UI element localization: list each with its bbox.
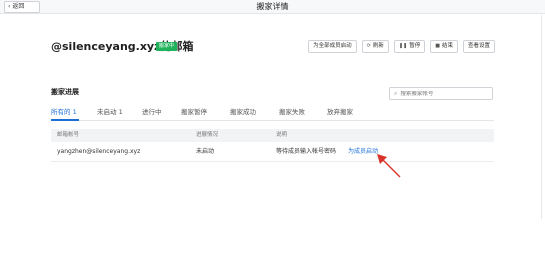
- column-header: 邮箱帐号: [57, 132, 80, 138]
- table-row: yangzhen@silenceyang.xyz 未启动 等待成员输入帐号密码 …: [51, 142, 494, 162]
- column-header: 进展情况: [196, 132, 219, 138]
- tab-label: 搬家成功: [230, 108, 256, 116]
- status-cell: 未启动: [196, 148, 215, 155]
- tab-success[interactable]: 搬家成功: [230, 106, 256, 116]
- column-header: 说明: [276, 132, 288, 138]
- tab-label: 搬家暂停: [181, 108, 207, 116]
- tab-abandoned[interactable]: 放弃搬家: [327, 106, 353, 116]
- view-settings-label: 查看设置: [467, 43, 490, 49]
- action-toolbar: 为全部成员启动 ⟳ 刷新 ❚❚ 暂停 ■ 结束 查看设置: [308, 40, 495, 53]
- tab-in-progress[interactable]: 进行中: [142, 106, 162, 116]
- tab-bar: 所有的 1 未启动 1 进行中 搬家暂停 搬家成功 搬家失败 放弃搬家: [51, 104, 494, 121]
- pause-label: 暂停: [409, 43, 421, 49]
- pause-icon: ❚❚: [398, 43, 408, 49]
- view-settings-button[interactable]: 查看设置: [462, 40, 495, 53]
- tab-failed[interactable]: 搬家失败: [279, 106, 305, 116]
- tab-count: 1: [72, 108, 77, 116]
- pause-button[interactable]: ❚❚ 暂停: [393, 40, 426, 53]
- status-badge: 搬家中: [156, 42, 178, 51]
- account-cell: yangzhen@silenceyang.xyz: [57, 148, 141, 155]
- table-header: 邮箱帐号 进展情况 说明: [51, 129, 494, 142]
- page-title: 搬家详情: [256, 2, 289, 11]
- search-input[interactable]: [400, 90, 489, 97]
- stop-button[interactable]: ■ 结束: [430, 40, 458, 53]
- section-title: 搬家进展: [51, 88, 79, 96]
- refresh-button[interactable]: ⟳ 刷新: [361, 40, 389, 53]
- stop-icon: ■: [435, 43, 440, 49]
- top-bar: ‹ 返回 搬家详情: [0, 0, 545, 14]
- tab-not-started[interactable]: 未启动 1: [97, 106, 123, 116]
- active-tab-indicator: [51, 119, 79, 121]
- tab-all[interactable]: 所有的 1: [51, 106, 77, 116]
- stop-label: 结束: [441, 43, 453, 49]
- tab-label: 进行中: [142, 108, 162, 116]
- tab-label: 放弃搬家: [327, 108, 353, 116]
- page-background: [0, 219, 545, 274]
- refresh-icon: ⟳: [366, 43, 371, 49]
- tab-label: 未启动: [97, 108, 117, 116]
- tab-paused[interactable]: 搬家暂停: [181, 106, 207, 116]
- tab-label: 搬家失败: [279, 108, 305, 116]
- search-icon: ⌕: [394, 89, 398, 97]
- tab-count: 1: [118, 108, 123, 116]
- refresh-label: 刷新: [372, 43, 384, 49]
- note-cell: 等待成员输入帐号密码: [276, 148, 337, 155]
- progress-table: 邮箱帐号 进展情况 说明 yangzhen@silenceyang.xyz 未启…: [51, 129, 494, 162]
- start-all-label: 为全部成员启动: [313, 43, 352, 49]
- start-all-members-button[interactable]: 为全部成员启动: [308, 40, 357, 53]
- annotation-arrow-icon: [377, 154, 401, 178]
- tab-label: 所有的: [51, 108, 71, 116]
- search-box[interactable]: ⌕: [389, 87, 493, 100]
